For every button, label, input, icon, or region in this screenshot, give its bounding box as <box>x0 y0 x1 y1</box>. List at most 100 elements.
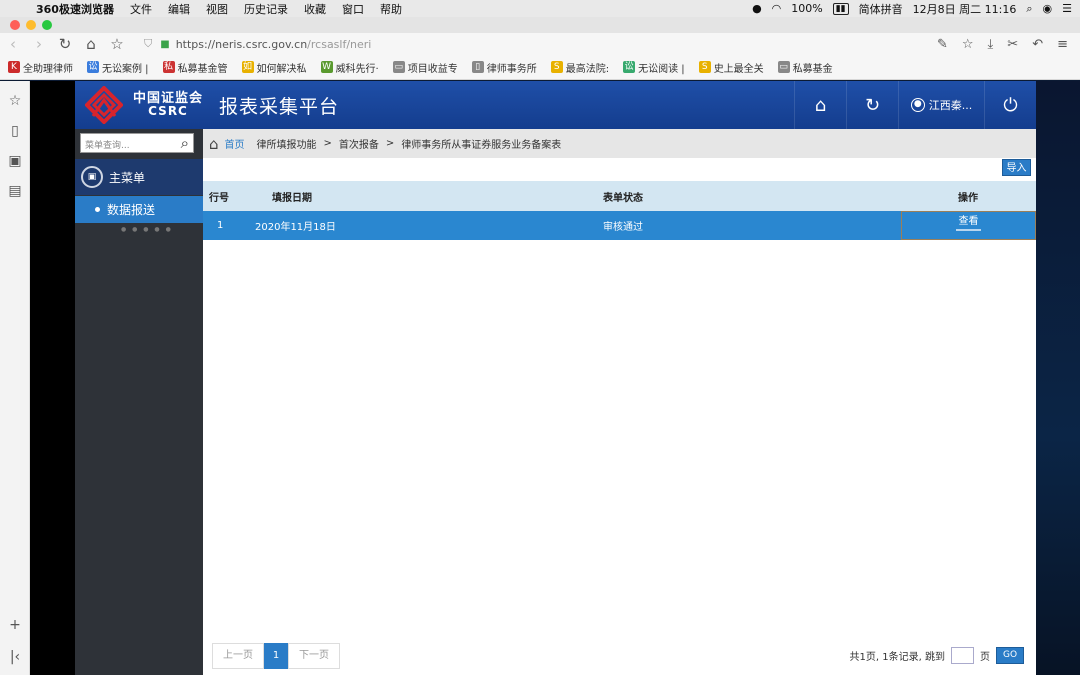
logout-button[interactable]: ⏻ <box>984 81 1036 129</box>
mac-menu-item[interactable]: 视图 <box>206 1 228 17</box>
forward-icon[interactable]: › <box>26 35 52 53</box>
desktop-wallpaper-right <box>1036 81 1080 675</box>
bookmark-item[interactable]: 私私募基金管 <box>162 60 228 75</box>
bookmark-item[interactable]: ▯ 律师事务所 <box>471 60 537 75</box>
breadcrumb-separator: > <box>323 138 332 149</box>
header-actions: ⌂ ↻ ● 江西秦... ⏻ <box>794 81 1036 129</box>
undo-icon[interactable]: ↶ <box>1032 37 1043 52</box>
battery-percent: 100% <box>791 2 823 15</box>
breadcrumb-home-icon[interactable]: ⌂ <box>209 135 219 153</box>
refresh-button[interactable]: ↻ <box>846 81 898 129</box>
shield-icon[interactable]: ⛉ <box>144 37 152 51</box>
siri-icon[interactable]: ◉ <box>1043 2 1053 15</box>
reading-icon[interactable]: ▯ <box>0 123 30 139</box>
add-icon[interactable]: + <box>0 617 30 633</box>
bookmark-item[interactable]: W 威科先行· <box>320 60 379 75</box>
column-header-date: 填报日期 <box>272 192 312 204</box>
home-icon[interactable]: ⌂ <box>78 35 104 53</box>
next-page-button[interactable]: 下一页 <box>288 643 340 669</box>
breadcrumb-item[interactable]: 律所填报功能 <box>257 136 317 151</box>
csrc-logo-icon <box>84 85 124 125</box>
resize-dots-icon[interactable]: ● ● ● ● ● <box>121 226 173 233</box>
mac-menu-item[interactable]: 文件 <box>130 1 152 17</box>
navigation-row: ‹ › ↻ ⌂ ☆ ⛉ ■ https://neris.csrc.gov.cn … <box>0 33 1080 55</box>
close-window-icon[interactable] <box>10 20 20 30</box>
cell-status: 审核通过 <box>603 222 643 233</box>
home-button[interactable]: ⌂ <box>794 81 846 129</box>
favorites-icon[interactable]: ☆ <box>0 93 30 109</box>
bookmark-label: 项目收益专 <box>407 63 458 75</box>
mac-menu-item[interactable]: 收藏 <box>304 1 326 17</box>
prev-page-button[interactable]: 上一页 <box>212 643 264 669</box>
bookmark-favicon-icon: 如 <box>241 61 254 73</box>
mac-menu-item[interactable]: 编辑 <box>168 1 190 17</box>
search-icon[interactable]: ⌕ <box>181 134 189 152</box>
brand-en: CSRC <box>148 104 188 118</box>
bookmark-favicon-icon: K <box>8 61 20 73</box>
reload-icon[interactable]: ↻ <box>52 35 78 53</box>
user-icon: ● <box>910 98 925 112</box>
import-button[interactable]: 导入 <box>1002 159 1031 176</box>
breadcrumb-item[interactable]: 首次报备 <box>339 136 379 151</box>
wechat-icon[interactable]: ● <box>752 2 762 15</box>
bookmark-star-icon[interactable]: ☆ <box>962 37 974 52</box>
translate-icon[interactable]: ✎ <box>937 37 948 52</box>
bookmark-item[interactable]: S 最高法院: <box>550 60 610 75</box>
input-method[interactable]: 简体拼音 <box>859 1 903 17</box>
user-menu[interactable]: ● 江西秦... <box>898 81 984 129</box>
cell-date: 2020年11月18日 <box>255 222 336 233</box>
maximize-window-icon[interactable] <box>42 20 52 30</box>
bookmarks-bar: K 全助理律师讼无讼案例 | 私私募基金管如如何解决私 W 威科先行· ▭ 项目收益专 ▯ 律师… <box>0 57 1080 77</box>
lock-icon: ■ <box>160 38 170 50</box>
breadcrumb-home[interactable]: 首页 <box>225 136 245 151</box>
address-bar[interactable]: ⛉ ■ https://neris.csrc.gov.cn /rcsaslf/n… <box>144 37 371 51</box>
bookmark-item[interactable]: 讼无讼阅读 | <box>623 60 685 75</box>
cell-row-no: 1 <box>217 220 224 231</box>
inbox-icon[interactable]: ▣ <box>0 153 30 169</box>
back-icon[interactable]: ‹ <box>0 35 26 53</box>
go-button[interactable]: GO <box>996 647 1024 664</box>
spotlight-icon[interactable]: ⌕ <box>1026 2 1032 16</box>
bookmark-item[interactable]: K 全助理律师 <box>8 60 73 75</box>
mac-menu-item[interactable]: 历史记录 <box>244 1 288 17</box>
battery-icon[interactable]: ▮▮ <box>832 2 849 15</box>
power-icon: ⏻ <box>1003 94 1018 116</box>
column-header-row-no: 行号 <box>209 192 229 204</box>
menu-item-data-report[interactable]: 数据报送 <box>75 196 203 223</box>
bookmark-item[interactable]: 讼无讼案例 | <box>87 60 149 75</box>
wifi-icon[interactable]: ◠ <box>772 2 782 15</box>
bookmark-item[interactable]: S 史上最全关 <box>698 60 764 75</box>
bookmark-label: 无讼案例 | <box>102 63 149 75</box>
download-icon[interactable]: ⤓ <box>988 37 994 52</box>
bookmark-label: 最高法院: <box>565 63 610 75</box>
brand-text: 中国证监会 CSRC <box>133 92 203 118</box>
mac-menu-app-name[interactable]: 360极速浏览器 <box>36 1 114 17</box>
minimize-window-icon[interactable] <box>26 20 36 30</box>
clock[interactable]: 12月8日 周二 11:16 <box>913 1 1017 17</box>
bookmark-item[interactable]: ▭ 私募基金 <box>777 60 833 75</box>
menu-icon[interactable]: ≡ <box>1057 37 1068 52</box>
app-title: 报表采集平台 <box>219 95 340 118</box>
scissors-icon[interactable]: ✂ <box>1007 37 1018 52</box>
control-center-icon[interactable]: ☰ <box>1062 2 1072 15</box>
bookmark-label: 私募基金 <box>792 63 833 75</box>
bookmark-item[interactable]: ▭ 项目收益专 <box>392 60 458 75</box>
table-row[interactable]: 1 2020年11月18日 审核通过 查看 <box>203 211 1036 240</box>
main-content: 导入 行号 填报日期 表单状态 操作 1 2020年11月18日 审核通过 查看… <box>203 158 1036 675</box>
mac-menu-item[interactable]: 窗口 <box>342 1 364 17</box>
current-page-button[interactable]: 1 <box>264 643 288 669</box>
mac-menu-item[interactable]: 帮助 <box>380 1 402 17</box>
bookmark-label: 律师事务所 <box>486 63 537 75</box>
notes-icon[interactable]: ▤ <box>0 183 30 199</box>
view-button[interactable]: 查看 <box>956 214 981 231</box>
collapse-sidebar-icon[interactable]: |‹ <box>0 649 30 665</box>
breadcrumb: ⌂ 首页 律所填报功能 > 首次报备 > 律师事务所从事证券服务业务备案表 <box>203 129 1036 158</box>
bookmark-favicon-icon: S <box>698 61 711 73</box>
main-menu-header[interactable]: ▣ 主菜单 <box>75 159 203 195</box>
star-icon[interactable]: ☆ <box>104 35 130 53</box>
bookmark-item[interactable]: 如如何解决私 <box>241 60 307 75</box>
menu-search-input[interactable]: 菜单查询... ⌕ <box>80 133 194 153</box>
page-jump-input[interactable] <box>951 647 974 664</box>
mac-menu-bar: 360极速浏览器 文件 编辑 视图 历史记录 收藏 窗口 帮助 ● ◠ 100%… <box>0 0 1080 17</box>
refresh-icon: ↻ <box>864 94 881 116</box>
